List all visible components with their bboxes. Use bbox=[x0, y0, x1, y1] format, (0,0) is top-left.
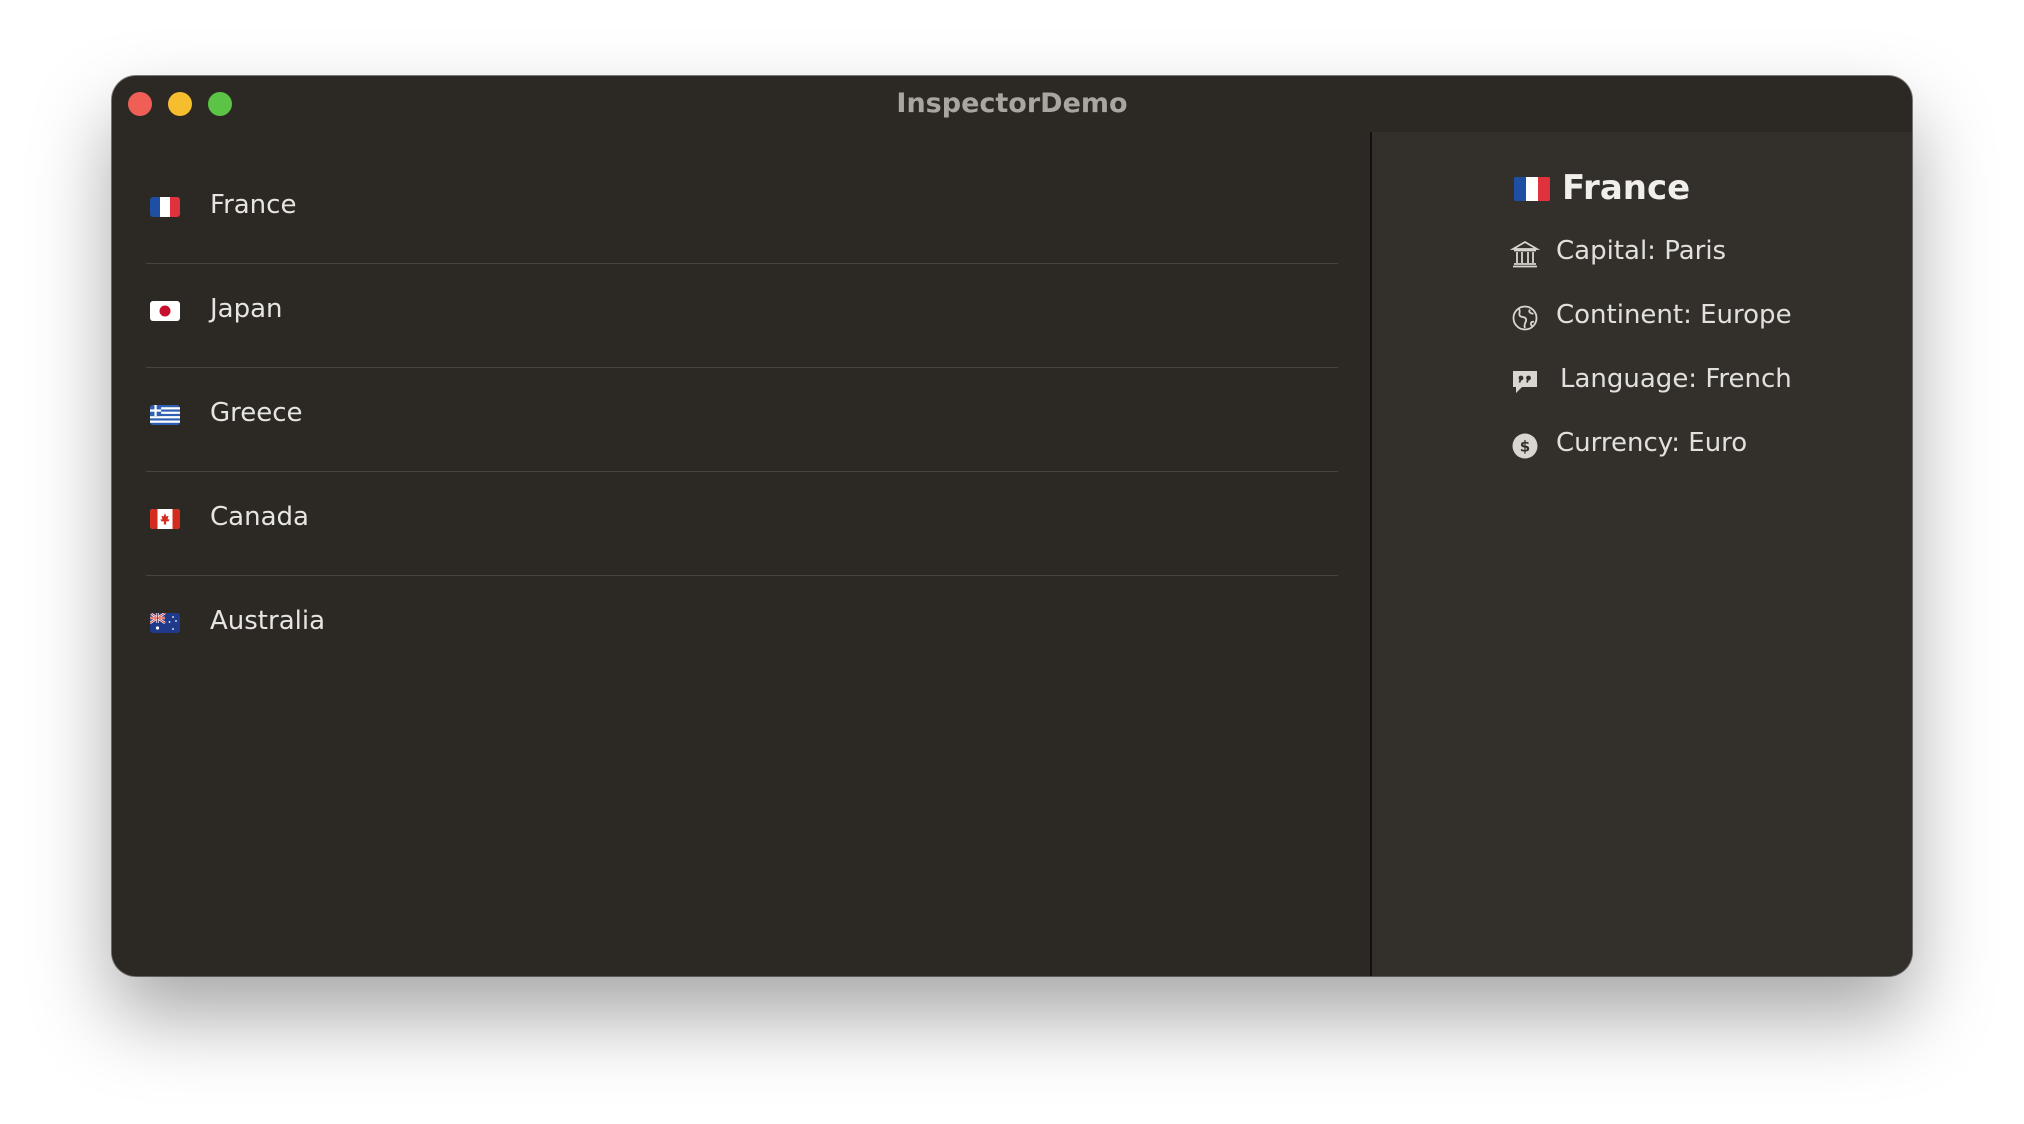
country-row-australia[interactable]: Australia bbox=[146, 576, 1338, 679]
speech-bubble-quote-icon bbox=[1510, 367, 1540, 397]
canada-flag-icon bbox=[150, 509, 180, 529]
language-text: Language: French bbox=[1560, 364, 1792, 394]
country-list-pane: France Japan Greece Canada Australia bbox=[112, 132, 1370, 976]
continent-text: Continent: Europe bbox=[1556, 300, 1792, 330]
country-row-canada[interactable]: Canada bbox=[146, 472, 1338, 576]
australia-flag-icon bbox=[150, 613, 180, 633]
japan-flag-icon bbox=[150, 301, 180, 321]
country-row-japan[interactable]: Japan bbox=[146, 264, 1338, 368]
app-window: InspectorDemo France Japan Greece Canada… bbox=[112, 76, 1912, 976]
window-title: InspectorDemo bbox=[896, 88, 1128, 119]
globe-icon bbox=[1510, 303, 1540, 333]
capital-text: Capital: Paris bbox=[1556, 236, 1727, 266]
greece-flag-icon bbox=[150, 405, 180, 425]
title-bar[interactable]: InspectorDemo bbox=[112, 76, 1912, 132]
france-flag-icon bbox=[1514, 176, 1550, 202]
inspector-pane: France Capital: Paris Continent: Europe … bbox=[1372, 132, 1912, 976]
svg-text:$: $ bbox=[1520, 438, 1530, 456]
inspector-title: France bbox=[1562, 168, 1691, 208]
country-row-france[interactable]: France bbox=[146, 160, 1338, 264]
country-label: Canada bbox=[210, 502, 309, 532]
country-list: France Japan Greece Canada Australia bbox=[146, 160, 1338, 679]
country-label: Greece bbox=[210, 398, 303, 428]
country-label: Japan bbox=[210, 294, 283, 324]
country-row-greece[interactable]: Greece bbox=[146, 368, 1338, 472]
dollar-circle-icon: $ bbox=[1510, 431, 1540, 461]
country-label: France bbox=[210, 190, 297, 220]
country-label: Australia bbox=[210, 606, 326, 636]
france-flag-icon bbox=[150, 197, 180, 217]
currency-text: Currency: Euro bbox=[1556, 428, 1748, 458]
building-columns-icon bbox=[1509, 239, 1541, 269]
